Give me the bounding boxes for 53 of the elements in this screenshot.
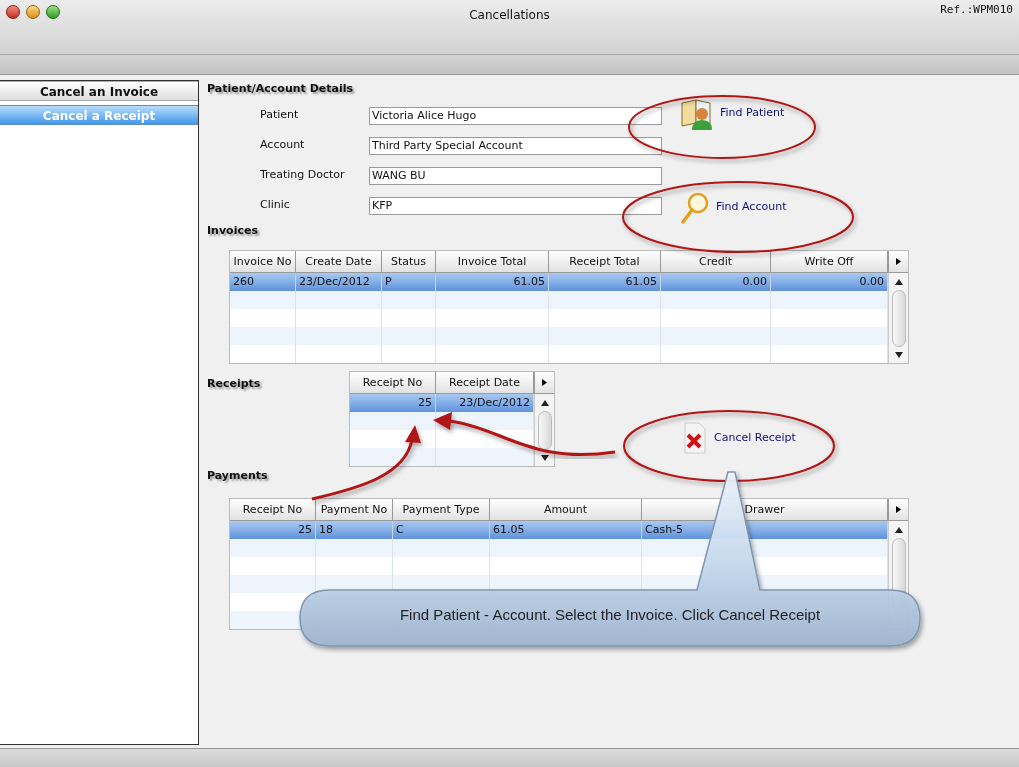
input-field[interactable]: KFP — [369, 196, 662, 215]
minimize-icon[interactable] — [26, 5, 40, 19]
zoom-icon[interactable] — [46, 5, 60, 19]
column-header[interactable]: Invoice No — [230, 251, 296, 273]
table-row[interactable]: 260 23/Dec/2012 P 61.05 61.05 0.00 0.00 — [230, 273, 888, 291]
section-heading: Invoices — [207, 222, 259, 239]
column-menu-button[interactable] — [888, 251, 908, 273]
window-title: Cancellations — [469, 7, 550, 22]
action-button[interactable]: Find Patient — [680, 96, 787, 131]
sidebar-tab[interactable]: Cancel an Invoice — [0, 81, 198, 101]
field-label: Account — [260, 137, 306, 154]
column-header[interactable]: Write Off — [771, 251, 888, 273]
column-menu-button[interactable] — [534, 372, 554, 394]
search-icon — [680, 190, 710, 225]
right-triangle-icon — [542, 379, 547, 386]
column-header[interactable]: Payment Type — [393, 498, 490, 521]
table-row[interactable]: 25 23/Dec/2012 — [350, 394, 534, 412]
section-heading: Payments — [207, 468, 269, 484]
column-header[interactable]: Status — [382, 251, 436, 273]
column-header[interactable]: Payment No — [316, 498, 393, 521]
column-header[interactable]: Invoice Total — [436, 251, 549, 273]
column-header[interactable]: Drawer — [642, 498, 888, 521]
callout-text: Find Patient - Account. Select the Invoice. Click Cancel Receipt — [398, 605, 822, 625]
column-header[interactable]: Amount — [490, 498, 642, 521]
section-heading: Receipts — [207, 376, 262, 392]
column-header[interactable]: Credit — [661, 251, 771, 273]
close-icon[interactable] — [6, 5, 20, 19]
field-label: Patient — [260, 107, 300, 124]
reference-code: Ref.:WPM010 — [940, 2, 1013, 18]
table-cell: 61.05 — [490, 520, 642, 539]
table-cell: 25 — [230, 520, 316, 539]
table-cell: 18 — [316, 520, 393, 539]
document-cross-icon — [682, 421, 708, 455]
action-button[interactable]: Cancel Receipt — [682, 421, 796, 455]
field-label: Clinic — [260, 197, 291, 214]
input-field[interactable]: Third Party Special Account — [369, 136, 662, 155]
scrollbar[interactable] — [534, 394, 554, 466]
right-triangle-icon — [896, 505, 901, 513]
section-heading: Patient/Account Details — [207, 81, 354, 97]
column-header[interactable]: Receipt Date — [436, 372, 534, 394]
table-cell: C — [393, 520, 490, 539]
column-header[interactable]: Receipt Total — [549, 251, 661, 273]
right-triangle-icon — [896, 258, 901, 265]
column-menu-button[interactable] — [888, 498, 908, 521]
scrollbar[interactable] — [888, 273, 908, 363]
input-field[interactable]: WANG BU — [369, 166, 662, 185]
column-header[interactable]: Create Date — [296, 251, 382, 273]
action-button[interactable]: Find Account — [680, 190, 787, 225]
field-label: Treating Doctor — [260, 167, 346, 184]
patient-book-icon — [680, 96, 714, 131]
column-header[interactable]: Receipt No — [230, 498, 316, 521]
column-header[interactable]: Receipt No — [350, 372, 436, 394]
input-field[interactable]: Victoria Alice Hugo — [369, 106, 662, 125]
